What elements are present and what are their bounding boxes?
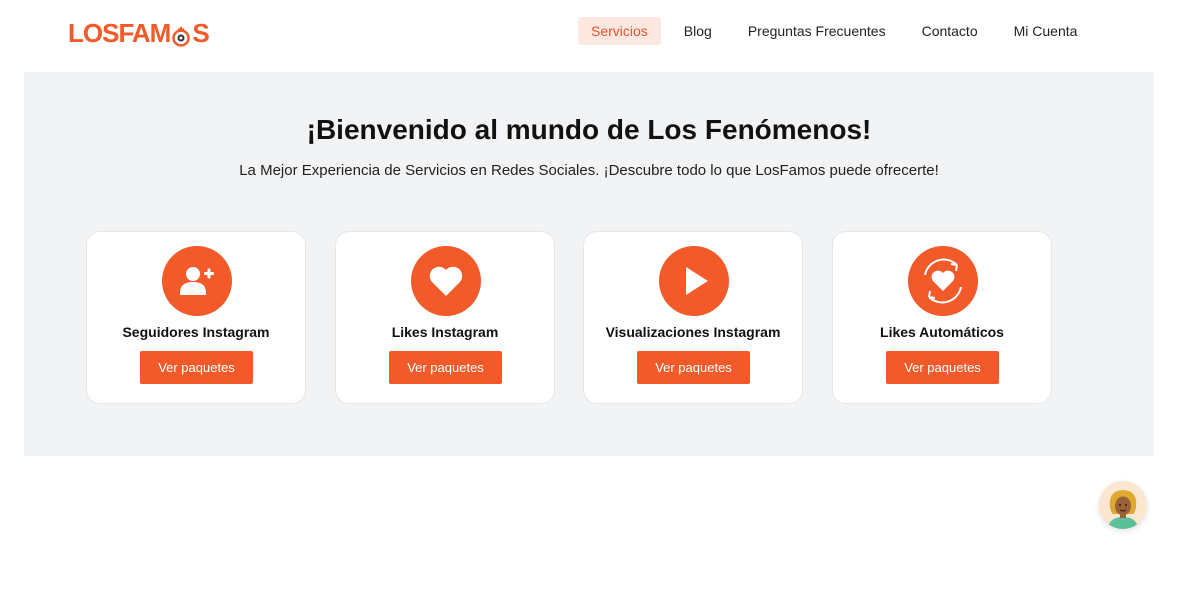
logo-camera-icon — [171, 23, 191, 47]
service-title: Visualizaciones Instagram — [605, 324, 781, 340]
hero-section: ¡Bienvenido al mundo de Los Fenómenos! L… — [24, 72, 1154, 456]
nav-item-mi-cuenta[interactable]: Mi Cuenta — [1001, 17, 1091, 45]
nav-item-contacto[interactable]: Contacto — [909, 17, 991, 45]
nav-item-servicios[interactable]: Servicios — [578, 17, 661, 45]
service-card-likes: Likes Instagram Ver paquetes — [335, 231, 555, 404]
logo-text-right: S — [192, 18, 209, 48]
service-title: Seguidores Instagram — [122, 324, 270, 340]
ver-paquetes-button[interactable]: Ver paquetes — [886, 351, 999, 384]
main-nav: Servicios Blog Preguntas Frecuentes Cont… — [578, 17, 1100, 45]
site-logo[interactable]: LOSFAM S — [68, 18, 210, 48]
logo-text-left: LOSFAM — [68, 18, 171, 48]
ver-paquetes-button[interactable]: Ver paquetes — [140, 351, 253, 384]
service-title: Likes Automáticos — [880, 324, 1004, 340]
service-card-seguidores: Seguidores Instagram Ver paquetes — [86, 231, 306, 404]
service-title: Likes Instagram — [391, 324, 499, 340]
heart-icon — [411, 246, 481, 316]
ver-paquetes-button[interactable]: Ver paquetes — [389, 351, 502, 384]
hero-title: ¡Bienvenido al mundo de Los Fenómenos! — [306, 114, 872, 145]
nav-item-preguntas-frecuentes[interactable]: Preguntas Frecuentes — [735, 17, 899, 45]
nav-item-blog[interactable]: Blog — [671, 17, 725, 45]
play-icon — [659, 246, 729, 316]
ver-paquetes-button[interactable]: Ver paquetes — [637, 351, 750, 384]
hero-subtitle: La Mejor Experiencia de Servicios en Red… — [239, 162, 939, 179]
service-card-visualizaciones: Visualizaciones Instagram Ver paquetes — [583, 231, 803, 404]
add-user-icon — [162, 246, 232, 316]
auto-heart-icon — [908, 246, 978, 316]
assistant-avatar-icon[interactable] — [1099, 481, 1147, 529]
site-header: LOSFAM S Servicios Blog Preguntas Frecue… — [0, 0, 1200, 64]
service-card-likes-automaticos: Likes Automáticos Ver paquetes — [832, 231, 1052, 404]
